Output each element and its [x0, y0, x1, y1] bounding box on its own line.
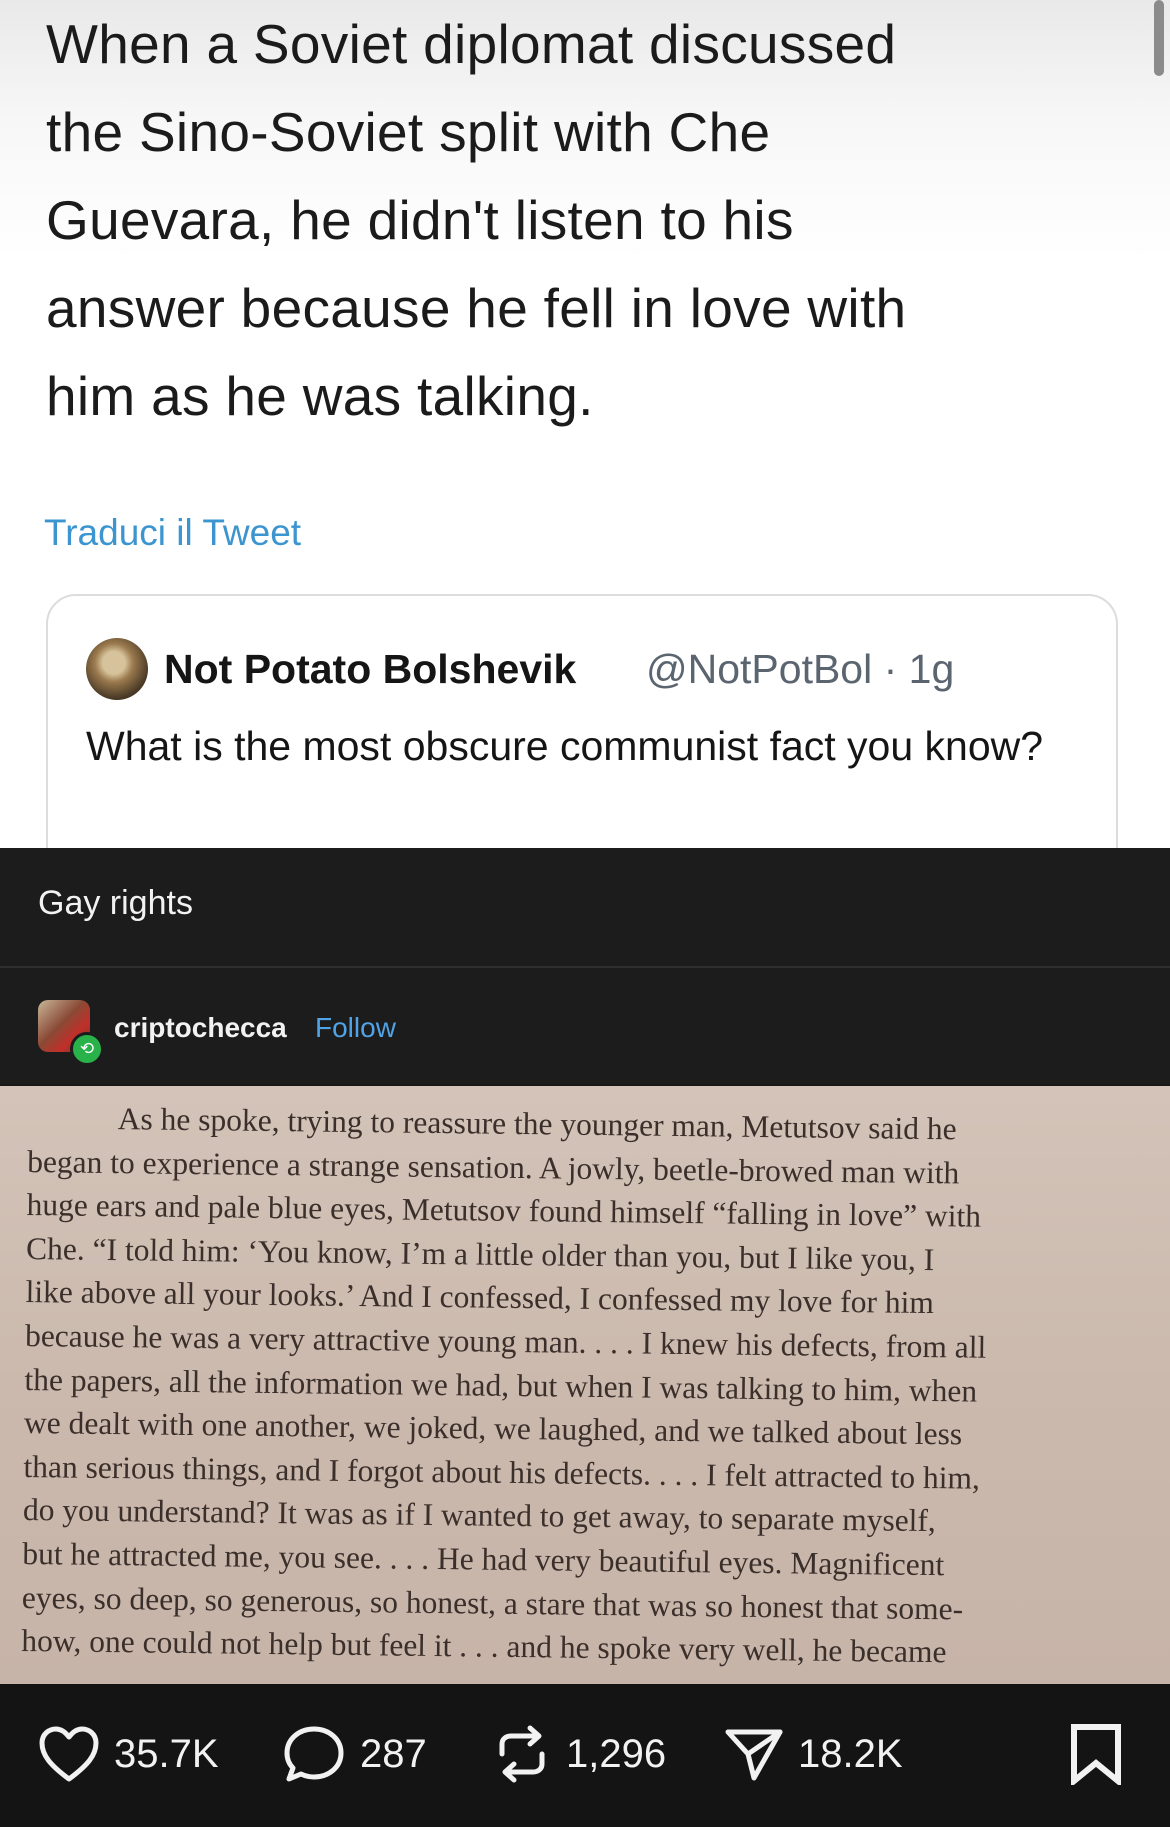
bookmark-icon — [1071, 1724, 1121, 1785]
scrollbar[interactable] — [1154, 0, 1164, 76]
book-text: As he spoke, trying to reassure the youn… — [21, 1096, 1148, 1676]
share-button[interactable]: 18.2K — [724, 1724, 903, 1784]
follow-button[interactable]: Follow — [315, 1012, 396, 1044]
tweet-text: When a Soviet diplomat discussed the Sin… — [46, 0, 1106, 440]
quoted-avatar — [86, 638, 148, 700]
action-bar: 35.7K 287 1,296 18.2K — [0, 1684, 1170, 1827]
tweet-line: answer because he fell in love with — [46, 277, 907, 339]
caption-bar: Gay rights — [0, 848, 1170, 968]
comment-icon — [284, 1726, 344, 1782]
share-icon — [725, 1729, 783, 1781]
tweet-line: When a Soviet diplomat discussed — [46, 13, 897, 75]
quoted-tweet-text: What is the most obscure communist fact … — [86, 723, 1044, 769]
bookmark-button[interactable] — [1068, 1724, 1124, 1785]
like-button[interactable]: 35.7K — [38, 1724, 219, 1784]
repost-badge-icon: ⟲ — [70, 1032, 104, 1066]
repost-button[interactable]: 1,296 — [492, 1724, 666, 1784]
quoted-handle-time: @NotPotBol · 1g — [646, 646, 955, 692]
tweet-screenshot: When a Soviet diplomat discussed the Sin… — [0, 0, 1170, 848]
like-count: 35.7K — [114, 1731, 219, 1776]
share-count: 18.2K — [798, 1731, 903, 1776]
repost-icon — [499, 1725, 545, 1783]
repost-count: 1,296 — [566, 1731, 667, 1776]
quoted-tweet[interactable]: Not Potato Bolshevik @NotPotBol · 1g Wha… — [46, 594, 1118, 848]
comment-button[interactable]: 287 — [282, 1724, 427, 1784]
tweet-line: Guevara, he didn't listen to his — [46, 189, 794, 251]
username[interactable]: criptochecca — [114, 1012, 287, 1044]
book-page-image: As he spoke, trying to reassure the youn… — [0, 1086, 1170, 1684]
heart-icon — [39, 1726, 99, 1782]
post-caption: Gay rights — [38, 884, 193, 922]
tweet-line: the Sino-Soviet split with Che — [46, 101, 771, 163]
quoted-display-name: Not Potato Bolshevik — [164, 646, 577, 692]
tweet-line: him as he was talking. — [46, 365, 594, 427]
translate-tweet-link[interactable]: Traduci il Tweet — [44, 512, 301, 554]
comment-count: 287 — [360, 1731, 427, 1776]
poster-row: ⟲ criptochecca Follow — [0, 968, 1170, 1084]
